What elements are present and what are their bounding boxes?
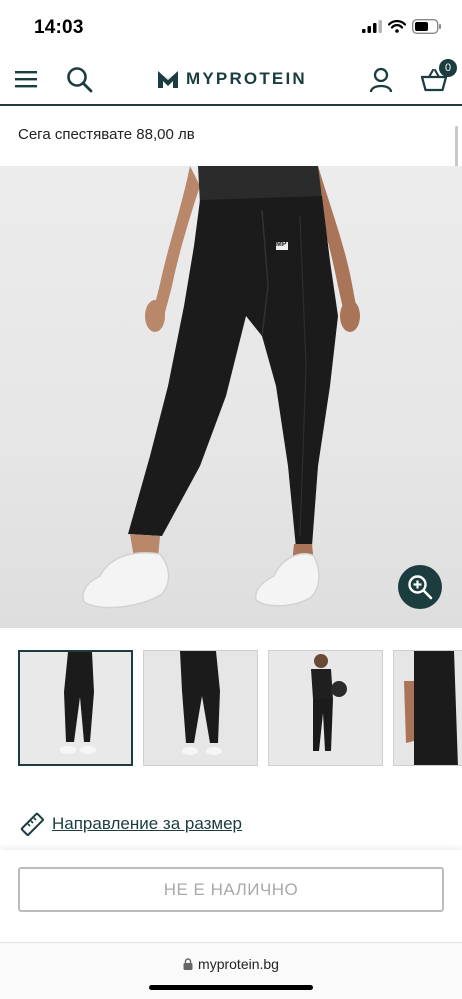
thumbnail-1-image	[20, 652, 131, 764]
savings-text: Сега спестявате 88,00 лв	[18, 126, 195, 143]
zoom-button[interactable]	[398, 565, 442, 609]
thumbnail-2-image	[144, 651, 257, 765]
url-text: myprotein.bg	[198, 956, 279, 972]
url-bar[interactable]: myprotein.bg	[0, 956, 462, 972]
product-main-image[interactable]: MP	[0, 166, 462, 628]
thumbnail-4-image	[394, 651, 462, 765]
status-time: 14:03	[34, 17, 84, 38]
zoom-icon	[408, 575, 433, 600]
menu-icon[interactable]	[14, 68, 40, 90]
thumbnail-4[interactable]	[393, 650, 462, 766]
account-icon[interactable]	[369, 67, 393, 93]
sticky-cta-bar: НЕ Е НАЛИЧНО	[0, 850, 462, 942]
home-indicator[interactable]	[149, 985, 313, 990]
brand-logo[interactable]: MYPROTEIN	[158, 69, 307, 89]
battery-icon	[412, 19, 441, 34]
lock-icon	[183, 958, 193, 970]
thumbnail-3[interactable]	[268, 650, 383, 766]
site-header: MYPROTEIN 0	[0, 56, 462, 106]
search-icon[interactable]	[66, 66, 94, 94]
brand-mark-icon	[158, 70, 178, 88]
thumbnail-1[interactable]	[18, 650, 133, 766]
thumbnail-2[interactable]	[143, 650, 258, 766]
brand-name: MYPROTEIN	[186, 69, 307, 88]
thumbnail-strip	[18, 650, 462, 768]
thumbnail-3-image	[269, 651, 382, 765]
out-of-stock-button[interactable]: НЕ Е НАЛИЧНО	[18, 867, 444, 912]
leggings-illustration	[82, 166, 360, 609]
hero-brand-mark: MP	[276, 241, 287, 248]
browser-bar: myprotein.bg	[0, 942, 462, 999]
status-icons	[362, 19, 442, 34]
signal-icon	[362, 20, 382, 33]
status-bar: 14:03	[0, 0, 462, 56]
size-guide-link[interactable]: Направление за размер	[20, 812, 242, 836]
size-guide-label: Направление за размер	[52, 814, 243, 833]
basket-count-badge: 0	[439, 59, 457, 77]
wifi-icon	[388, 20, 406, 33]
ruler-icon	[20, 812, 44, 836]
